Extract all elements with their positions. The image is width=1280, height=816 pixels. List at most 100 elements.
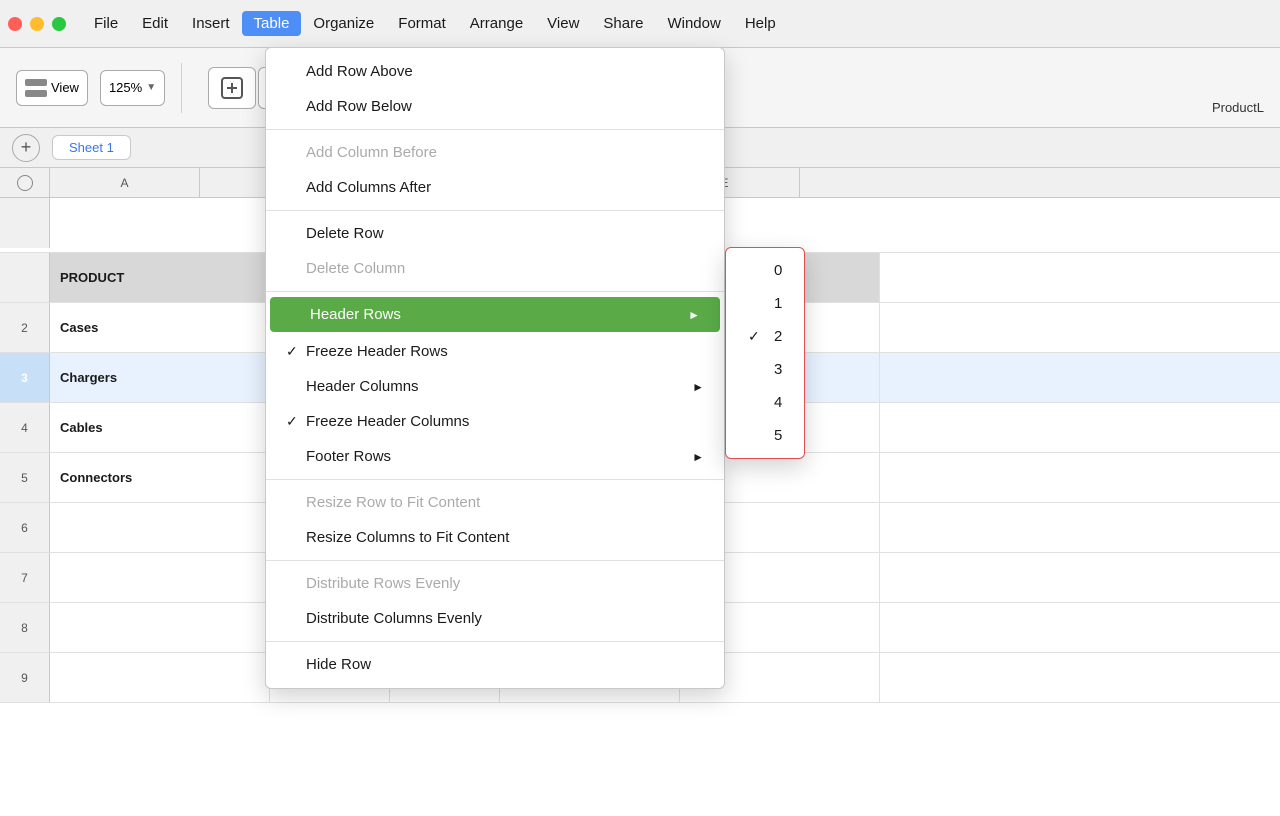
cell-3-a[interactable]: Chargers: [50, 353, 270, 402]
menu-table[interactable]: Table: [242, 11, 302, 36]
sheet-add-button[interactable]: +: [12, 134, 40, 162]
menu-edit[interactable]: Edit: [130, 11, 180, 36]
view-group: View: [16, 70, 88, 106]
menu-freeze-header-rows[interactable]: ✓ Freeze Header Rows: [266, 334, 724, 369]
cell-4-a[interactable]: Cables: [50, 403, 270, 452]
add-col-after-label: Add Columns After: [306, 179, 431, 196]
toolbar-divider-1: [181, 63, 182, 113]
maximize-button[interactable]: [52, 17, 66, 31]
freeze-header-rows-check-icon: ✓: [286, 343, 306, 360]
header-rows-3-label: 3: [774, 361, 782, 378]
row-num-1: [0, 253, 50, 302]
submenu-arrow-icon: ►: [688, 308, 700, 322]
add-col-before-label: Add Column Before: [306, 144, 437, 161]
header-rows-4[interactable]: 4: [726, 386, 804, 419]
sheet-tab-1[interactable]: Sheet 1: [52, 135, 131, 160]
add-row-below-label: Add Row Below: [306, 98, 412, 115]
menu-freeze-header-columns[interactable]: ✓ Freeze Header Columns: [266, 404, 724, 439]
header-rows-1[interactable]: 1: [726, 287, 804, 320]
delete-col-label: Delete Column: [306, 260, 405, 277]
hide-row-label: Hide Row: [306, 656, 371, 673]
menu-header-rows[interactable]: Header Rows ►: [270, 297, 720, 332]
menu-delete-row[interactable]: Delete Row: [266, 216, 724, 251]
view-button[interactable]: View: [16, 70, 88, 106]
menu-hide-row[interactable]: Hide Row: [266, 647, 724, 682]
check-2-icon: ✓: [748, 328, 766, 345]
cell-8-a[interactable]: [50, 603, 270, 652]
header-rows-5[interactable]: 5: [726, 419, 804, 452]
corner-cell: [0, 168, 50, 197]
cell-9-a[interactable]: [50, 653, 270, 702]
menu-distribute-rows: Distribute Rows Evenly: [266, 566, 724, 601]
menu-add-row-above[interactable]: Add Row Above: [266, 54, 724, 89]
menu-file[interactable]: File: [82, 11, 130, 36]
menu-resize-cols[interactable]: Resize Columns to Fit Content: [266, 520, 724, 555]
menu-distribute-cols[interactable]: Distribute Columns Evenly: [266, 601, 724, 636]
row-num-5: 5: [0, 453, 50, 502]
menu-footer-rows[interactable]: Footer Rows ►: [266, 439, 724, 474]
header-columns-label: Header Columns: [306, 378, 419, 395]
window-controls: [8, 17, 66, 31]
distribute-rows-label: Distribute Rows Evenly: [306, 575, 460, 592]
menu-help[interactable]: Help: [733, 11, 788, 36]
view-label: View: [51, 80, 79, 95]
header-rows-label: Header Rows: [310, 306, 401, 323]
menu-resize-row: Resize Row to Fit Content: [266, 485, 724, 520]
menu-separator-1: [266, 129, 724, 130]
menu-format[interactable]: Format: [386, 11, 458, 36]
close-button[interactable]: [8, 17, 22, 31]
cell-1-a[interactable]: PRODUCT: [50, 253, 270, 302]
menu-organize[interactable]: Organize: [301, 11, 386, 36]
header-rows-4-label: 4: [774, 394, 782, 411]
zoom-button[interactable]: 125% ▼: [100, 70, 165, 106]
delete-row-label: Delete Row: [306, 225, 384, 242]
zoom-chevron-icon: ▼: [146, 82, 156, 93]
menu-insert[interactable]: Insert: [180, 11, 242, 36]
col-header-a[interactable]: A: [50, 168, 200, 197]
footer-rows-submenu-arrow-icon: ►: [692, 450, 704, 464]
row-num-4: 4: [0, 403, 50, 452]
cell-5-a[interactable]: Connectors: [50, 453, 270, 502]
plus-in-box-icon: [220, 76, 244, 100]
view-icon: [25, 79, 47, 97]
distribute-cols-label: Distribute Columns Evenly: [306, 610, 482, 627]
table-dropdown-menu: Add Row Above Add Row Below Add Column B…: [265, 47, 725, 689]
menu-share[interactable]: Share: [591, 11, 655, 36]
menu-add-col-after[interactable]: Add Columns After: [266, 170, 724, 205]
header-rows-submenu: 0 1 ✓ 2 3 4 5: [725, 247, 805, 459]
footer-rows-label: Footer Rows: [306, 448, 391, 465]
cell-7-a[interactable]: [50, 553, 270, 602]
menu-separator-5: [266, 560, 724, 561]
header-rows-2[interactable]: ✓ 2: [726, 320, 804, 353]
cell-6-a[interactable]: [50, 503, 270, 552]
header-rows-0[interactable]: 0: [726, 254, 804, 287]
minimize-button[interactable]: [30, 17, 44, 31]
cell-2-a[interactable]: Cases: [50, 303, 270, 352]
header-rows-3[interactable]: 3: [726, 353, 804, 386]
row-num-8: 8: [0, 603, 50, 652]
row-num-3: 3: [0, 353, 50, 402]
row-num-7: 7: [0, 553, 50, 602]
header-col-submenu-arrow-icon: ►: [692, 380, 704, 394]
row-num-6: 6: [0, 503, 50, 552]
menu-delete-col: Delete Column: [266, 251, 724, 286]
header-rows-2-label: 2: [774, 328, 782, 345]
menu-bar: File Edit Insert Table Organize Format A…: [0, 0, 1280, 48]
menu-window[interactable]: Window: [655, 11, 732, 36]
row-num-9: 9: [0, 653, 50, 702]
menu-add-row-below[interactable]: Add Row Below: [266, 89, 724, 124]
product-label: ProductL: [1212, 100, 1264, 115]
menu-separator-3: [266, 291, 724, 292]
select-all-button[interactable]: [17, 175, 33, 191]
menu-arrange[interactable]: Arrange: [458, 11, 535, 36]
insert-icon[interactable]: [208, 67, 256, 109]
freeze-header-rows-label: Freeze Header Rows: [306, 343, 448, 360]
freeze-header-cols-label: Freeze Header Columns: [306, 413, 469, 430]
menu-header-columns[interactable]: Header Columns ►: [266, 369, 724, 404]
menu-separator-4: [266, 479, 724, 480]
resize-row-label: Resize Row to Fit Content: [306, 494, 480, 511]
freeze-header-cols-check-icon: ✓: [286, 413, 306, 430]
header-rows-1-label: 1: [774, 295, 782, 312]
menu-separator-6: [266, 641, 724, 642]
menu-view[interactable]: View: [535, 11, 591, 36]
